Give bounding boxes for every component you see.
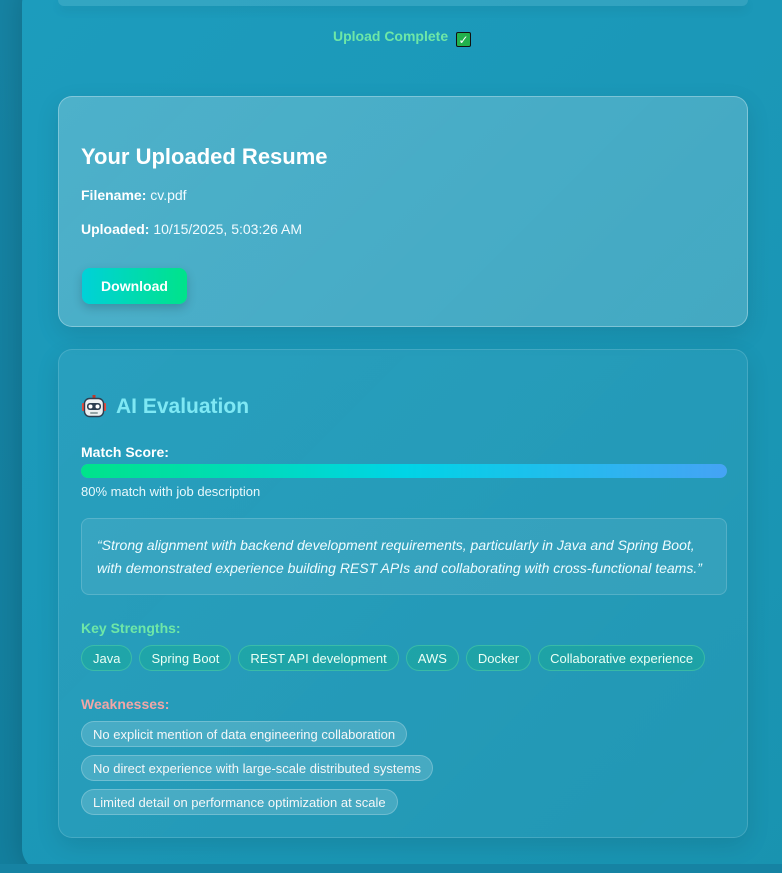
key-strengths-list: Java Spring Boot REST API development AW… — [81, 645, 706, 671]
previous-card-edge — [58, 0, 748, 6]
resume-filename: Filename: cv.pdf — [81, 187, 187, 203]
weaknesses-list: No explicit mention of data engineering … — [81, 721, 434, 823]
strength-tag: Spring Boot — [139, 645, 232, 671]
strength-tag: Java — [81, 645, 133, 671]
ai-evaluation-title: AI Evaluation — [81, 394, 249, 420]
strength-tag: Docker — [465, 645, 532, 671]
filename-label: Filename: — [81, 187, 147, 203]
weaknesses-label: Weaknesses: — [81, 696, 170, 712]
robot-icon — [82, 395, 106, 418]
evaluation-summary: “Strong alignment with backend developme… — [81, 518, 727, 595]
filename-value: cv.pdf — [150, 187, 187, 203]
strength-tag: Collaborative experience — [538, 645, 706, 671]
upload-status: Upload Complete ✓ — [0, 28, 782, 47]
match-score-caption: 80% match with job description — [81, 484, 261, 499]
resume-card-title: Your Uploaded Resume — [81, 144, 328, 169]
strength-tag: REST API development — [238, 645, 399, 671]
weakness-tag: No direct experience with large-scale di… — [81, 755, 434, 781]
download-button[interactable]: Download — [82, 268, 187, 304]
weakness-tag: Limited detail on performance optimizati… — [81, 789, 398, 815]
uploaded-resume-card: Your Uploaded Resume Filename: cv.pdf Up… — [58, 96, 748, 327]
resume-upload-time: Uploaded: 10/15/2025, 5:03:26 AM — [81, 221, 302, 237]
uploaded-label: Uploaded: — [81, 221, 150, 237]
match-score-fill — [81, 464, 727, 478]
page-bottom-edge — [0, 864, 782, 873]
upload-status-text: Upload Complete — [332, 28, 449, 44]
match-score-label: Match Score: — [81, 444, 169, 460]
match-score-bar — [81, 464, 727, 478]
key-strengths-label: Key Strengths: — [81, 620, 181, 636]
strength-tag: AWS — [405, 645, 459, 671]
check-box-icon: ✓ — [456, 32, 471, 47]
ai-evaluation-card: AI Evaluation Match Score: 80% match wit… — [58, 349, 748, 838]
uploaded-value: 10/15/2025, 5:03:26 AM — [153, 221, 303, 237]
ai-evaluation-title-text: AI Evaluation — [116, 395, 250, 418]
weakness-tag: No explicit mention of data engineering … — [81, 721, 408, 747]
